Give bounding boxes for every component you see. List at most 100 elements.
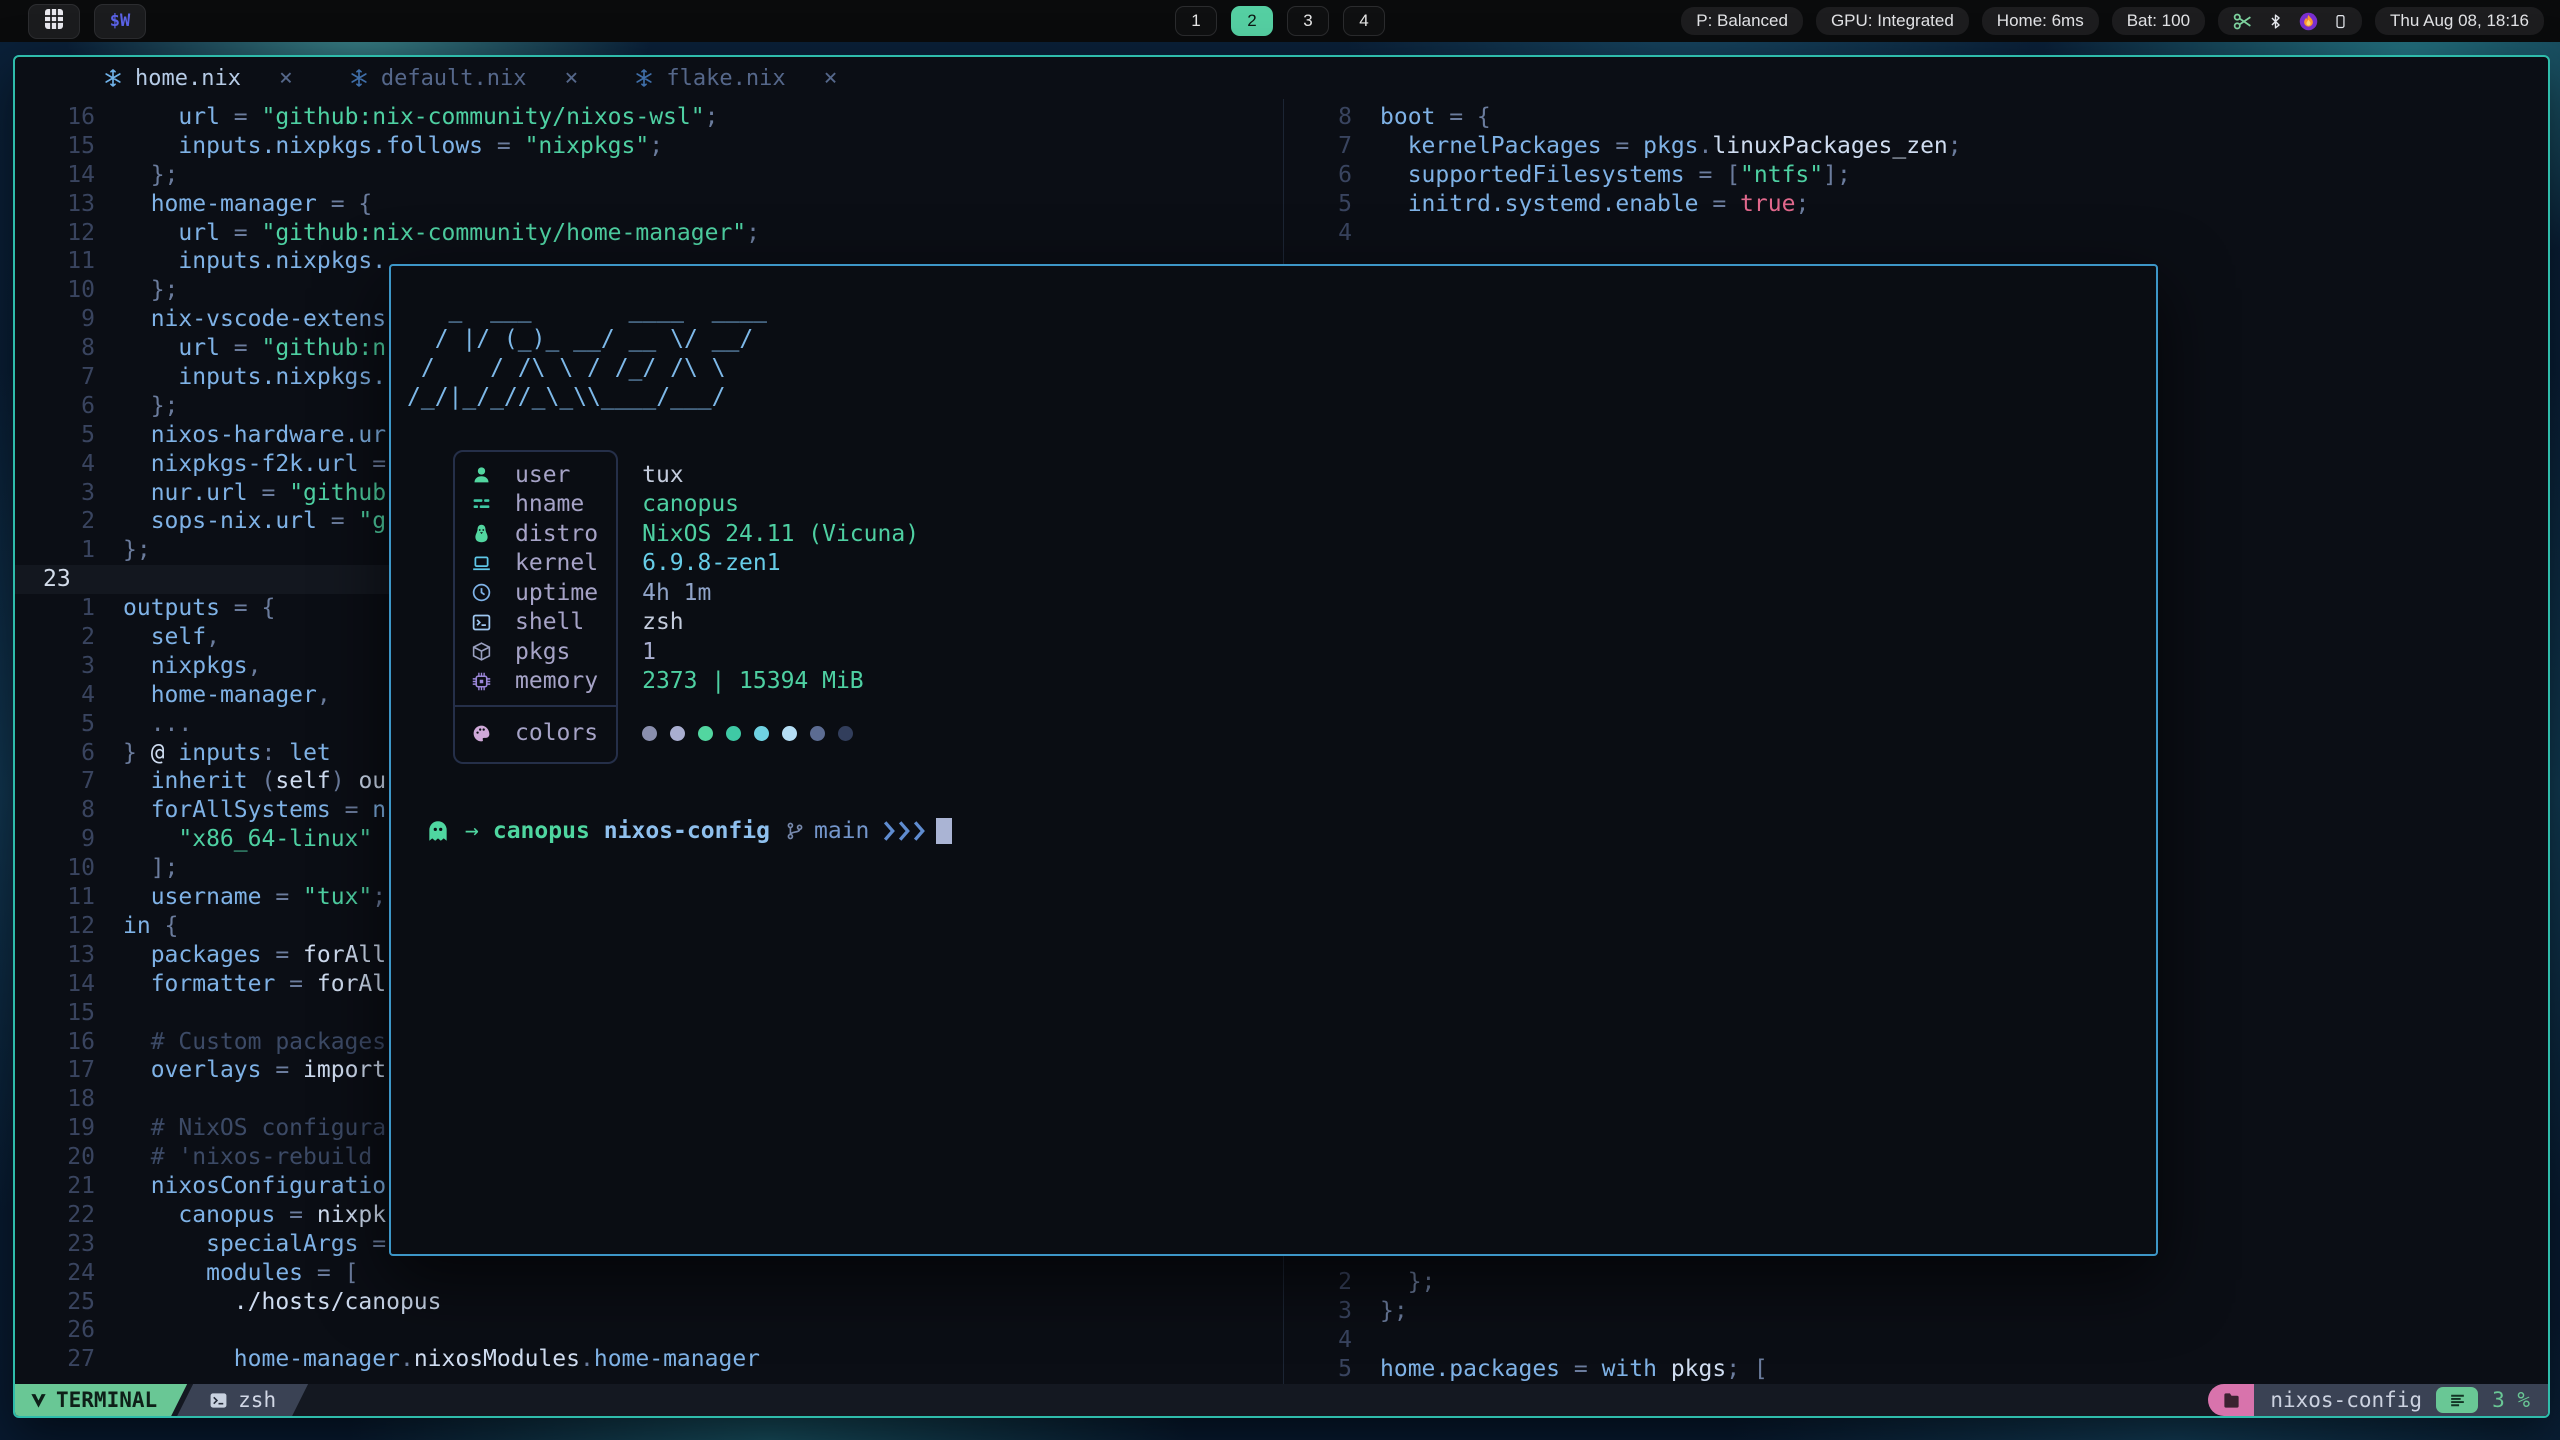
color-dot — [754, 726, 769, 741]
code-line: 16 url = "github:nix-community/nixos-wsl… — [15, 103, 1283, 132]
fetch-value-pkgs: 1 — [642, 637, 919, 667]
color-dot — [726, 726, 741, 741]
code-line: 12 url = "github:nix-community/home-mana… — [15, 219, 1283, 248]
nix-snowflake-icon — [103, 68, 123, 88]
code-line: 7 kernelPackages = pkgs.linuxPackages_ze… — [1284, 132, 2548, 161]
neovim-icon — [29, 1391, 48, 1410]
system-tray — [2218, 7, 2362, 35]
fetch-value-uptime: 4h 1m — [642, 578, 919, 608]
scroll-percent: 3 % — [2482, 1388, 2544, 1412]
workspace-2[interactable]: 2 — [1231, 6, 1273, 36]
terminal-cursor[interactable] — [936, 818, 952, 844]
code-line: 5 initrd.systemd.enable = true; — [1284, 190, 2548, 219]
shell-segment: zsh — [177, 1384, 308, 1416]
memory-icon — [471, 670, 497, 692]
close-icon[interactable]: × — [824, 65, 838, 91]
color-dot — [782, 726, 797, 741]
code-line: 4 — [1284, 219, 2548, 248]
code-line: 25 ./hosts/canopus — [15, 1288, 1283, 1317]
fetch-label-colors: colors — [515, 720, 598, 746]
fetch-value-user: tux — [642, 460, 919, 490]
status-pill[interactable]: Bat: 100 — [2112, 7, 2205, 35]
sw-launcher-button[interactable]: $W — [94, 4, 146, 39]
code-line: 24 modules = [ — [15, 1259, 1283, 1288]
kernel-icon — [471, 552, 497, 574]
fetch-label-shell: shell — [515, 609, 584, 635]
mode-segment: TERMINAL — [15, 1384, 187, 1416]
status-pill[interactable]: GPU: Integrated — [1816, 7, 1969, 35]
bluetooth-icon[interactable] — [2267, 12, 2284, 31]
fetch-value-distro: NixOS 24.11 (Vicuna) — [642, 519, 919, 549]
ghost-icon — [425, 818, 451, 844]
uptime-icon — [471, 582, 497, 604]
neovim-window: home.nix×default.nix×flake.nix× 16 url =… — [13, 55, 2550, 1418]
prompt-chevrons — [883, 820, 926, 842]
fetch-label-box: userhnamedistrokerneluptimeshellpkgsmemo… — [453, 450, 618, 764]
fetch-label-hname: hname — [515, 491, 584, 517]
status-pill[interactable]: P: Balanced — [1681, 7, 1803, 35]
fetch-separator — [455, 705, 616, 707]
shell-icon — [471, 611, 497, 633]
floating-terminal[interactable]: _ ___ ____ ____ / |/ (_)_ __/ __ \/ __/ … — [389, 264, 2158, 1256]
code-line: 8boot = { — [1284, 103, 2548, 132]
fetch-value-memory: 2373 | 15394 MiB — [642, 667, 919, 697]
fetch-label-distro: distro — [515, 521, 598, 547]
tab-default.nix[interactable]: default.nix× — [323, 57, 605, 99]
user-icon — [471, 464, 497, 486]
code-line: 26 — [15, 1316, 1283, 1345]
fetch-value-kernel: 6.9.8-zen1 — [642, 549, 919, 579]
tab-flake.nix[interactable]: flake.nix × — [608, 57, 863, 99]
sw-icon: $W — [110, 11, 130, 31]
workspace-4[interactable]: 4 — [1343, 6, 1385, 36]
flame-icon[interactable] — [2298, 11, 2319, 32]
grid-icon — [42, 7, 66, 36]
shell-prompt[interactable]: → canopus nixos-config main — [425, 818, 2156, 844]
clock[interactable]: Thu Aug 08, 18:16 — [2375, 7, 2544, 35]
cwd-label: nixos-config — [2270, 1388, 2422, 1412]
workspace-1[interactable]: 1 — [1175, 6, 1217, 36]
fetch-value-shell: zsh — [642, 608, 919, 638]
color-dot — [642, 726, 657, 741]
shell-label: zsh — [238, 1388, 276, 1412]
code-line: 2 }; — [1284, 1268, 2548, 1297]
fastfetch-output: userhnamedistrokerneluptimeshellpkgsmemo… — [453, 450, 2156, 764]
close-icon[interactable]: × — [565, 65, 579, 91]
launcher-grid-button[interactable] — [28, 4, 80, 39]
code-line: 6 supportedFilesystems = ["ntfs"]; — [1284, 161, 2548, 190]
code-line: 3}; — [1284, 1297, 2548, 1326]
status-pill[interactable]: Home: 6ms — [1982, 7, 2099, 35]
color-dot — [698, 726, 713, 741]
nix-snowflake-icon — [349, 68, 369, 88]
prompt-branch: main — [814, 818, 869, 844]
tab-home.nix[interactable]: home.nix × — [77, 57, 319, 99]
git-branch-icon — [784, 820, 806, 842]
distro-icon — [471, 523, 497, 545]
color-dot — [838, 726, 853, 741]
terminal-icon — [209, 1391, 228, 1410]
fetch-label-uptime: uptime — [515, 580, 598, 606]
network-icon[interactable] — [2232, 11, 2253, 32]
phone-icon[interactable] — [2333, 12, 2348, 31]
tab-label: flake.nix — [666, 66, 785, 91]
nixos-ascii-logo: _ ___ ____ ____ / |/ (_)_ __/ __ \/ __/ … — [407, 296, 2156, 412]
workspace-3[interactable]: 3 — [1287, 6, 1329, 36]
nix-snowflake-icon — [634, 68, 654, 88]
statusline: TERMINAL zsh nixos-config 3 % — [15, 1384, 2548, 1416]
terminal-color-dots — [642, 716, 919, 750]
status-pills: P: Balanced GPU: Integrated Home: 6ms Bat: … — [1681, 7, 2205, 35]
prompt-host: canopus — [493, 818, 590, 844]
hname-icon — [471, 493, 497, 515]
folder-icon — [2222, 1391, 2241, 1410]
code-line: 13 home-manager = { — [15, 190, 1283, 219]
tab-label: home.nix — [135, 66, 241, 91]
code-line: 5home.packages = with pkgs; [ — [1284, 1355, 2548, 1384]
code-line: 4 — [1284, 1326, 2548, 1355]
tabline: home.nix×default.nix×flake.nix× — [15, 57, 2548, 99]
code-line: 27 home-manager.nixosModules.home-manage… — [15, 1345, 1283, 1374]
close-icon[interactable]: × — [279, 65, 293, 91]
fetch-value-hname: canopus — [642, 490, 919, 520]
fetch-label-memory: memory — [515, 668, 598, 694]
mode-label: TERMINAL — [56, 1388, 157, 1412]
folder-segment — [2208, 1384, 2254, 1416]
prompt-arrow: → — [465, 818, 479, 844]
